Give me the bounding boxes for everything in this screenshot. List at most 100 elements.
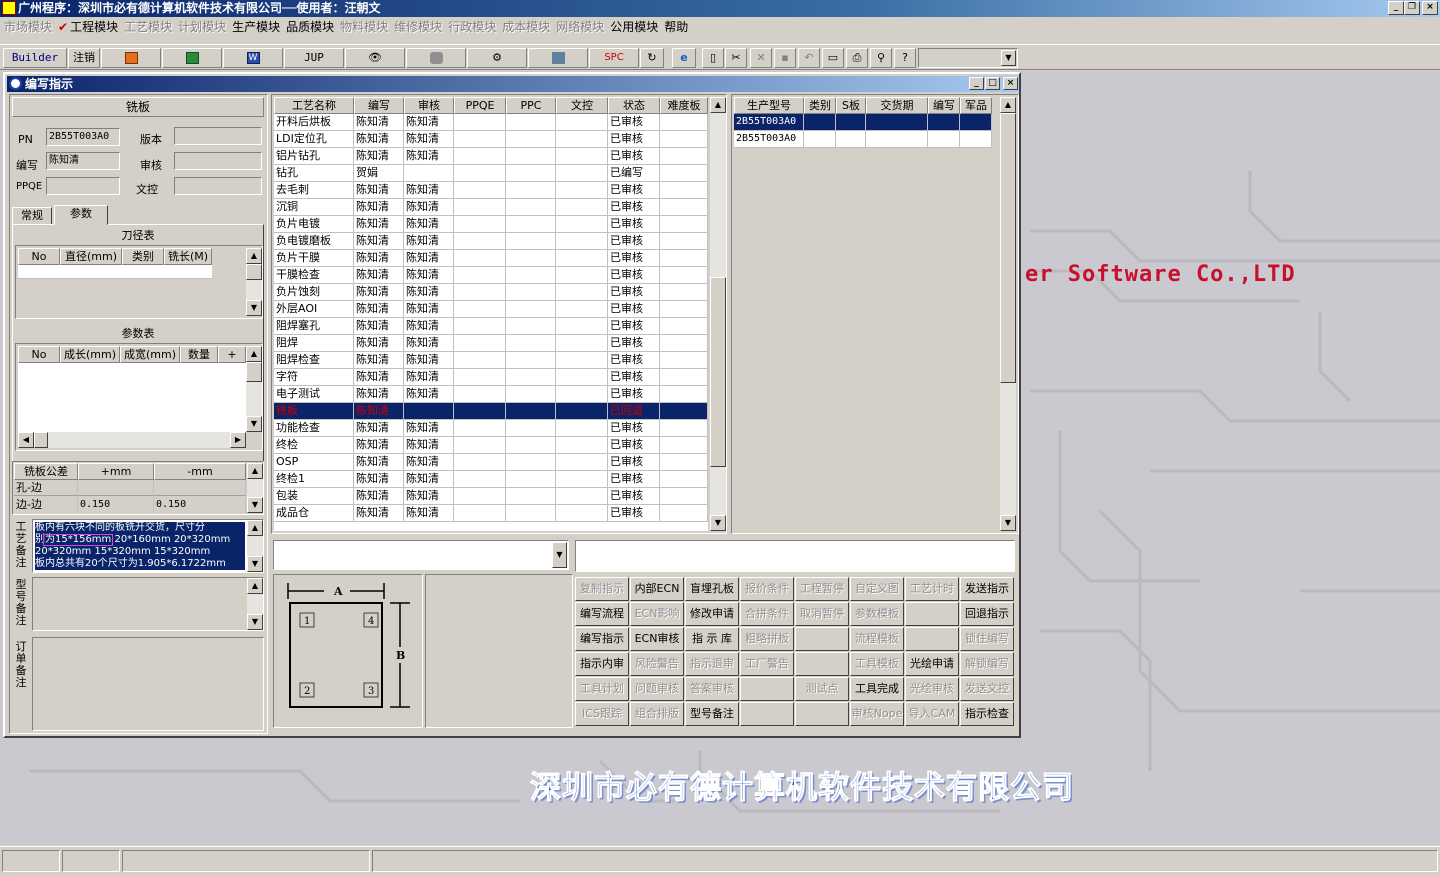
table-row[interactable]: 钻孔 贺娟 已编写 [274,165,708,182]
menu-item-10[interactable]: 网络模块 [556,17,610,37]
menu-item-6[interactable]: 物料模块 [340,17,394,37]
menu-item-2[interactable]: 工艺模块 [124,17,178,37]
delete-button[interactable]: ✕ [750,48,772,68]
action-button-3-6[interactable]: 光绘申请 [905,652,959,676]
action-button-0-5[interactable]: 自定义图 [850,577,904,601]
action-button-0-1[interactable]: 内部ECN [630,577,684,601]
window-restore-icon[interactable]: □ [985,77,1000,90]
scroll-thumb[interactable] [246,264,262,280]
action-button-5-2[interactable]: 型号备注 [685,702,739,726]
process-col-header[interactable]: 状态 [608,97,660,114]
model-note-box[interactable]: ▲ ▼ [32,577,264,631]
table-row[interactable]: 边-边 0.150 0.150 [14,497,246,513]
toolbar-combo[interactable]: ▼ [918,48,1018,68]
table-row[interactable]: 阻焊 陈知清 陈知清 已审核 [274,335,708,352]
action-button-1-4[interactable]: 取消暂停 [795,602,849,626]
scroll-thumb[interactable] [34,432,48,448]
param-add-button[interactable]: + [218,346,246,363]
find-button[interactable]: ⚲ [870,48,892,68]
action-button-3-2[interactable]: 指示退审 [685,652,739,676]
excel-button[interactable] [162,48,222,68]
scroll-right-icon[interactable]: ▶ [230,432,246,448]
table-row[interactable]: 包装 陈知清 陈知清 已审核 [274,488,708,505]
table-row[interactable] [18,265,212,279]
action-button-3-0[interactable]: 指示内审 [575,652,629,676]
version-field[interactable] [174,127,262,145]
network-button[interactable]: ⚙ [467,48,527,68]
table-row[interactable]: 字符 陈知清 陈知清 已审核 [274,369,708,386]
spc-button[interactable]: SPC [589,48,639,68]
action-button-4-5[interactable]: 工具完成 [850,677,904,701]
process-col-header[interactable]: PPC [506,97,556,114]
table-row[interactable]: 负片干膜 陈知清 陈知清 已审核 [274,250,708,267]
table-row[interactable]: 铝片钻孔 陈知清 陈知清 已审核 [274,148,708,165]
table-row[interactable]: 开料后烘板 陈知清 陈知清 已审核 [274,114,708,131]
doc-field[interactable] [174,177,262,195]
scroll-down-icon[interactable]: ▼ [710,515,726,531]
param-col-length[interactable]: 成长(mm) [60,346,120,363]
action-button-4-0[interactable]: 工具计划 [575,677,629,701]
scroll-left-icon[interactable]: ◀ [18,432,34,448]
tolerance-scrollbar[interactable]: ▲ ▼ [247,463,263,513]
action-button-0-3[interactable]: 报价条件 [740,577,794,601]
action-button-0-7[interactable]: 发送指示 [960,577,1014,601]
note-input[interactable] [575,540,1015,572]
action-button-0-0[interactable]: 复制指示 [575,577,629,601]
table-row[interactable]: 终检1 陈知清 陈知清 已审核 [274,471,708,488]
process-grid-scrollbar[interactable]: ▲ ▼ [710,97,726,531]
table-row[interactable]: 2B55T003A0 [734,131,992,148]
action-button-1-1[interactable]: ECN影响 [630,602,684,626]
param-col-width[interactable]: 成宽(mm) [120,346,180,363]
model-grid-scrollbar[interactable]: ▲ ▼ [1000,97,1016,531]
tool-col-length[interactable]: 铣长(M) [164,248,212,265]
scroll-up-icon[interactable]: ▲ [1000,97,1016,113]
scroll-down-icon[interactable]: ▼ [246,300,262,316]
action-button-5-5[interactable]: 审核Nope [850,702,904,726]
table-row[interactable]: 功能检查 陈知清 陈知清 已审核 [274,420,708,437]
tol-col-minus[interactable]: -mm [154,463,246,480]
action-button-5-1[interactable]: 组合排版 [630,702,684,726]
table-row[interactable]: 去毛刺 陈知清 陈知清 已审核 [274,182,708,199]
model-note-scrollbar[interactable]: ▲ ▼ [247,578,263,630]
action-button-1-2[interactable]: 修改申请 [685,602,739,626]
process-col-header[interactable]: PPQE [454,97,506,114]
action-button-3-7[interactable]: 解锁编写 [960,652,1014,676]
action-button-4-3[interactable] [740,677,794,701]
audit-field[interactable] [174,152,262,170]
action-button-0-6[interactable]: 工艺计时 [905,577,959,601]
action-button-2-6[interactable] [905,627,959,651]
action-button-5-7[interactable]: 指示检查 [960,702,1014,726]
scroll-up-icon[interactable]: ▲ [246,346,262,362]
print-button[interactable] [528,48,588,68]
order-note-box[interactable] [32,637,264,731]
action-button-2-1[interactable]: ECN审核 [630,627,684,651]
table-row[interactable]: 负片电镀 陈知清 陈知清 已审核 [274,216,708,233]
scroll-thumb[interactable] [246,362,262,382]
ppt-button[interactable] [101,48,161,68]
table-row[interactable]: 阻焊塞孔 陈知清 陈知清 已审核 [274,318,708,335]
chevron-down-icon[interactable]: ▼ [552,542,567,568]
action-button-4-7[interactable]: 发送文控 [960,677,1014,701]
action-button-2-5[interactable]: 流程模板 [850,627,904,651]
menu-item-1[interactable]: ✔ 工程模块 [58,17,124,37]
printer-button[interactable]: ⎙ [846,48,868,68]
minimize-icon[interactable]: _ [1388,1,1404,15]
db-button[interactable] [406,48,466,68]
scroll-up-icon[interactable]: ▲ [247,578,263,594]
scroll-down-icon[interactable]: ▼ [1000,515,1016,531]
menu-item-5[interactable]: 品质模块 [286,17,340,37]
action-button-3-1[interactable]: 风险警告 [630,652,684,676]
process-col-header[interactable]: 难度板 [660,97,708,114]
tab-general[interactable]: 常规 [12,207,52,225]
view-button[interactable]: 👁 [345,48,405,68]
help-button[interactable]: ? [894,48,916,68]
action-button-1-0[interactable]: 编写流程 [575,602,629,626]
table-row[interactable]: 2B55T003A0 [734,114,992,131]
pn-field[interactable]: 2B55T003A0 [46,128,120,146]
menu-item-11[interactable]: 公用模块 [610,17,664,37]
new-button[interactable]: ▯ [702,48,724,68]
ppqe-field[interactable] [46,177,120,195]
tol-col-name[interactable]: 铣板公差 [14,463,78,480]
table-row[interactable]: 负电镀磨板 陈知清 陈知清 已审核 [274,233,708,250]
menu-item-9[interactable]: 成本模块 [502,17,556,37]
